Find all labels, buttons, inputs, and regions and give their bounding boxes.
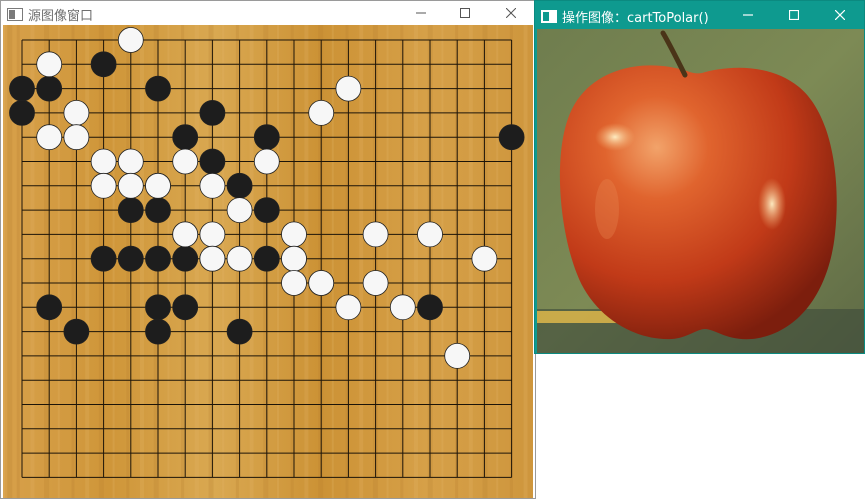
- operation-maximize-button[interactable]: [771, 1, 817, 28]
- white-stone: [117, 172, 144, 199]
- apple-highlight: [595, 123, 635, 151]
- white-stone: [362, 270, 389, 296]
- black-stone: [253, 124, 280, 151]
- black-stone: [199, 100, 226, 126]
- black-stone: [226, 318, 253, 345]
- apple-highlight: [758, 178, 786, 230]
- black-stone: [199, 148, 226, 175]
- operation-window-titlebar[interactable]: 操作图像：cartToPolar(): [535, 1, 864, 28]
- black-stone: [226, 172, 253, 199]
- black-stone: [9, 75, 35, 102]
- maximize-icon: [789, 9, 799, 20]
- close-icon: [506, 7, 516, 18]
- white-stone: [199, 172, 226, 199]
- white-stone: [145, 172, 171, 199]
- white-stone: [335, 75, 362, 102]
- black-stone: [90, 245, 117, 272]
- black-stone: [172, 294, 199, 321]
- white-stone: [117, 27, 144, 53]
- white-stone: [253, 148, 280, 175]
- source-maximize-button[interactable]: [442, 1, 488, 24]
- white-stone: [63, 100, 90, 126]
- white-stone: [117, 148, 144, 175]
- apple-image: [537, 29, 864, 353]
- black-stone: [498, 124, 525, 151]
- minimize-icon: [416, 8, 426, 18]
- white-stone: [471, 245, 498, 272]
- window-app-icon: [7, 6, 23, 21]
- white-stone: [36, 51, 63, 78]
- white-stone: [362, 221, 389, 248]
- source-window-title: 源图像窗口: [28, 9, 94, 24]
- black-stone: [145, 245, 171, 272]
- go-board-image: [3, 25, 533, 498]
- source-minimize-button[interactable]: [398, 1, 444, 24]
- white-stone: [199, 221, 226, 248]
- white-stone: [281, 245, 307, 272]
- white-stone: [172, 148, 199, 175]
- go-board-svg: [3, 25, 528, 498]
- black-stone: [145, 197, 171, 224]
- white-stone: [417, 221, 443, 248]
- black-stone: [9, 100, 35, 126]
- operation-image-window[interactable]: 操作图像：cartToPolar(): [534, 0, 865, 354]
- close-icon: [835, 9, 845, 20]
- source-close-button[interactable]: [488, 1, 534, 24]
- black-stone: [172, 245, 199, 272]
- black-stone: [90, 51, 117, 78]
- white-stone: [308, 270, 335, 296]
- white-stone: [281, 270, 307, 296]
- minimize-icon: [743, 10, 753, 20]
- black-stone: [145, 318, 171, 345]
- window-app-icon: [541, 8, 557, 23]
- white-stone: [335, 294, 362, 321]
- black-stone: [172, 124, 199, 151]
- source-window-titlebar[interactable]: 源图像窗口: [1, 1, 535, 24]
- black-stone: [253, 245, 280, 272]
- operation-window-title: 操作图像：cartToPolar(): [562, 11, 709, 26]
- source-image-window[interactable]: 源图像窗口: [0, 0, 536, 499]
- white-stone: [36, 124, 63, 151]
- operation-minimize-button[interactable]: [725, 1, 771, 28]
- black-stone: [117, 245, 144, 272]
- black-stone: [145, 294, 171, 321]
- white-stone: [199, 245, 226, 272]
- black-stone: [36, 75, 63, 102]
- white-stone: [90, 172, 117, 199]
- white-stone: [308, 100, 335, 126]
- black-stone: [145, 75, 171, 102]
- maximize-icon: [460, 7, 470, 18]
- white-stone: [226, 197, 253, 224]
- white-stone: [389, 294, 416, 321]
- black-stone: [417, 294, 443, 321]
- operation-close-button[interactable]: [817, 1, 863, 28]
- black-stone: [117, 197, 144, 224]
- white-stone: [281, 221, 307, 248]
- black-stone: [253, 197, 280, 224]
- black-stone: [63, 318, 90, 345]
- black-stone: [36, 294, 63, 321]
- white-stone: [63, 124, 90, 151]
- white-stone: [90, 148, 117, 175]
- white-stone: [226, 245, 253, 272]
- white-stone: [444, 342, 471, 369]
- white-stone: [172, 221, 199, 248]
